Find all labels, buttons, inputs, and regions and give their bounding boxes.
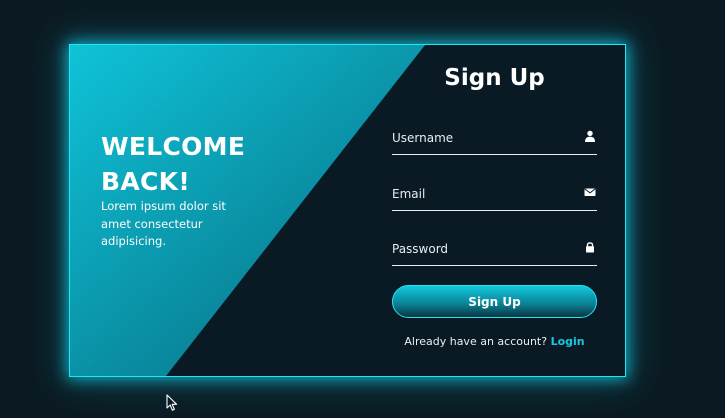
form-title: Sign Up — [444, 65, 545, 91]
lock-icon — [586, 242, 594, 253]
mouse-cursor-icon — [166, 394, 178, 411]
envelope-icon — [584, 188, 596, 196]
login-prompt-text: Already have an account? — [404, 335, 548, 348]
sign-up-button[interactable]: Sign Up — [392, 285, 597, 318]
username-field — [392, 125, 597, 155]
password-input[interactable] — [392, 236, 572, 262]
welcome-description: Lorem ipsum dolor sit amet consectetur a… — [101, 199, 226, 248]
welcome-heading: WELCOME BACK! — [101, 132, 246, 196]
login-prompt: Already have an account? Login — [392, 335, 597, 348]
password-field — [392, 236, 597, 266]
email-input[interactable] — [392, 181, 572, 207]
login-link[interactable]: Login — [551, 335, 585, 348]
username-input[interactable] — [392, 125, 572, 151]
user-icon — [585, 130, 595, 142]
signup-card: WELCOME BACK! Lorem ipsum dolor sit amet … — [69, 44, 626, 377]
email-field — [392, 181, 597, 211]
